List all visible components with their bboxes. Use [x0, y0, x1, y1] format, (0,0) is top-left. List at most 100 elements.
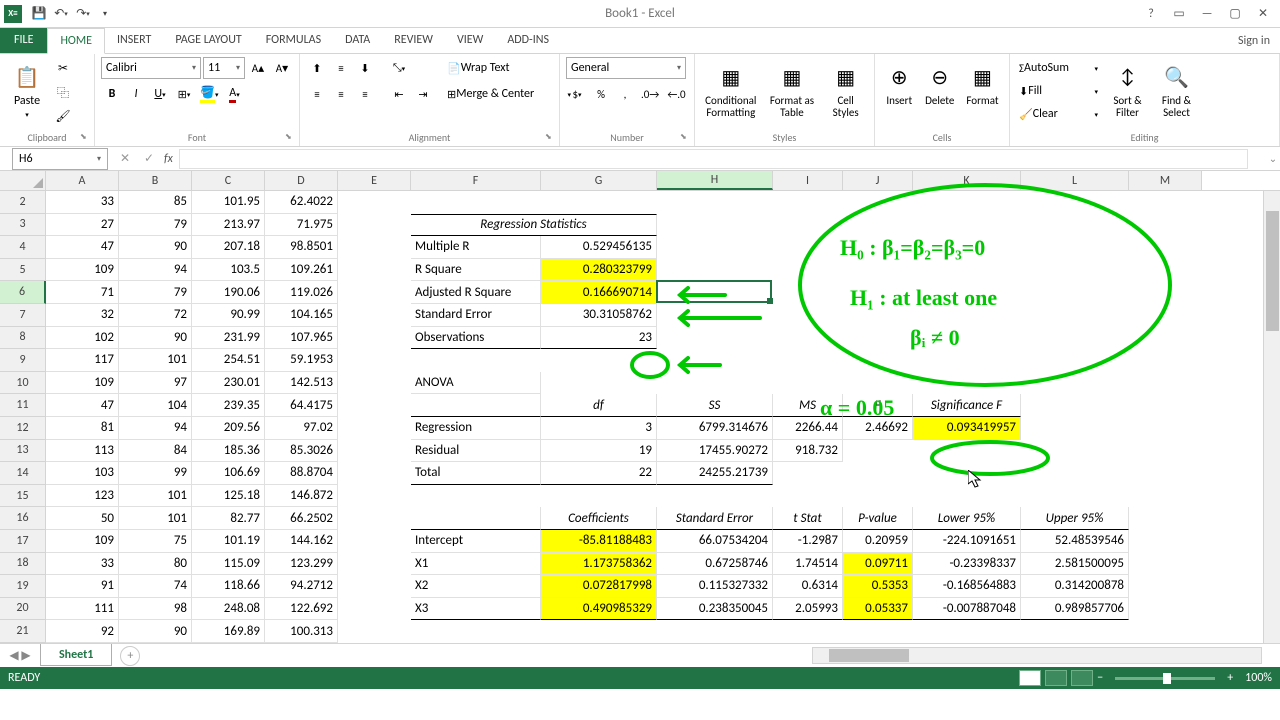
- zoom-out-button[interactable]: −: [1097, 671, 1103, 685]
- tab-view[interactable]: VIEW: [445, 27, 495, 53]
- cell-B16[interactable]: 101: [119, 507, 192, 530]
- alignment-launcher[interactable]: ⬊: [545, 132, 557, 144]
- cell-H13[interactable]: 17455.90272: [657, 440, 773, 463]
- column-header-H[interactable]: H: [657, 171, 773, 190]
- ribbon-options-button[interactable]: ▭: [1166, 4, 1192, 24]
- number-format-combo[interactable]: General▾: [566, 57, 686, 79]
- cell-B8[interactable]: 90: [119, 327, 192, 350]
- cell-A19[interactable]: 91: [46, 575, 119, 598]
- cell-styles-button[interactable]: ▦Cell Styles: [823, 57, 868, 119]
- cell-B2[interactable]: 85: [119, 191, 192, 214]
- cell-C21[interactable]: 169.89: [192, 620, 265, 643]
- tab-home[interactable]: HOME: [47, 28, 105, 54]
- sign-in-link[interactable]: Sign in: [1228, 29, 1280, 53]
- align-center-button[interactable]: ≡: [330, 83, 352, 105]
- align-bottom-button[interactable]: ⬇: [354, 57, 376, 79]
- cell-C10[interactable]: 230.01: [192, 372, 265, 395]
- cell-C5[interactable]: 103.5: [192, 259, 265, 282]
- cell-F7[interactable]: Standard Error: [411, 304, 541, 327]
- column-header-F[interactable]: F: [411, 171, 541, 190]
- fill-button[interactable]: ⬇ Fill ▾: [1016, 80, 1101, 102]
- column-header-K[interactable]: K: [913, 171, 1021, 190]
- cell-C3[interactable]: 213.97: [192, 214, 265, 237]
- cell-G11[interactable]: df: [541, 394, 657, 417]
- select-all-corner[interactable]: [0, 171, 46, 191]
- orientation-button[interactable]: ⤡▾: [388, 57, 410, 79]
- cell-B3[interactable]: 79: [119, 214, 192, 237]
- cell-D15[interactable]: 146.872: [265, 485, 338, 508]
- row-header-15[interactable]: 15: [0, 485, 46, 508]
- cell-F8[interactable]: Observations: [411, 327, 541, 350]
- cell-I13[interactable]: 918.732: [773, 440, 843, 463]
- cell-B4[interactable]: 90: [119, 236, 192, 259]
- sheet-tab-1[interactable]: Sheet1: [40, 644, 112, 666]
- column-header-I[interactable]: I: [773, 171, 843, 190]
- row-header-18[interactable]: 18: [0, 553, 46, 576]
- cell-D3[interactable]: 71.975: [265, 214, 338, 237]
- formula-bar[interactable]: [179, 149, 1248, 169]
- row-header-12[interactable]: 12: [0, 417, 46, 440]
- row-header-9[interactable]: 9: [0, 349, 46, 372]
- cell-F12[interactable]: Regression: [411, 417, 541, 440]
- column-header-D[interactable]: D: [265, 171, 338, 190]
- cell-H16[interactable]: Standard Error: [657, 507, 773, 530]
- normal-view-button[interactable]: [1019, 670, 1041, 686]
- cell-A5[interactable]: 109: [46, 259, 119, 282]
- delete-cells-button[interactable]: ⊖Delete: [921, 57, 957, 107]
- column-header-G[interactable]: G: [541, 171, 657, 190]
- cell-D21[interactable]: 100.313: [265, 620, 338, 643]
- column-header-M[interactable]: M: [1129, 171, 1202, 190]
- row-header-5[interactable]: 5: [0, 259, 46, 282]
- italic-button[interactable]: I: [125, 83, 147, 105]
- cell-L20[interactable]: 0.989857706: [1021, 598, 1129, 621]
- row-header-20[interactable]: 20: [0, 598, 46, 621]
- cell-I16[interactable]: t Stat: [773, 507, 843, 530]
- align-right-button[interactable]: ≡: [354, 83, 376, 105]
- cell-D6[interactable]: 119.026: [265, 281, 338, 304]
- bold-button[interactable]: B: [101, 83, 123, 105]
- cell-B11[interactable]: 104: [119, 394, 192, 417]
- cell-G20[interactable]: 0.490985329: [541, 598, 657, 621]
- format-cells-button[interactable]: ▦Format: [962, 57, 1003, 107]
- sheet-nav-arrows[interactable]: ◀ ▶: [0, 648, 40, 663]
- cell-B21[interactable]: 90: [119, 620, 192, 643]
- align-top-button[interactable]: ⬆: [306, 57, 328, 79]
- new-sheet-button[interactable]: +: [120, 646, 140, 666]
- cell-G7[interactable]: 30.31058762: [541, 304, 657, 327]
- column-header-E[interactable]: E: [338, 171, 411, 190]
- cell-H20[interactable]: 0.238350045: [657, 598, 773, 621]
- cell-D2[interactable]: 62.4022: [265, 191, 338, 214]
- row-header-17[interactable]: 17: [0, 530, 46, 553]
- cell-L17[interactable]: 52.48539546: [1021, 530, 1129, 553]
- zoom-level[interactable]: 100%: [1245, 671, 1272, 685]
- cell-D9[interactable]: 59.1953: [265, 349, 338, 372]
- cell-D14[interactable]: 88.8704: [265, 462, 338, 485]
- cell-D19[interactable]: 94.2712: [265, 575, 338, 598]
- cell-C18[interactable]: 115.09: [192, 553, 265, 576]
- cell-F3[interactable]: Regression Statistics: [411, 214, 657, 237]
- decrease-decimal-button[interactable]: ←.0: [664, 83, 688, 105]
- insert-cells-button[interactable]: ⊕Insert: [881, 57, 917, 107]
- cell-D20[interactable]: 122.692: [265, 598, 338, 621]
- row-header-11[interactable]: 11: [0, 394, 46, 417]
- row-header-14[interactable]: 14: [0, 462, 46, 485]
- cell-F19[interactable]: X2: [411, 575, 541, 598]
- cell-A20[interactable]: 111: [46, 598, 119, 621]
- cell-H18[interactable]: 0.67258746: [657, 553, 773, 576]
- cell-F18[interactable]: X1: [411, 553, 541, 576]
- cell-J12[interactable]: 2.46692: [843, 417, 913, 440]
- column-header-L[interactable]: L: [1021, 171, 1129, 190]
- font-color-button[interactable]: A▾: [223, 83, 245, 105]
- cell-A8[interactable]: 102: [46, 327, 119, 350]
- close-button[interactable]: ✕: [1250, 4, 1276, 24]
- cell-G8[interactable]: 23: [541, 327, 657, 350]
- cell-D13[interactable]: 85.3026: [265, 440, 338, 463]
- page-break-view-button[interactable]: [1071, 670, 1093, 686]
- cell-G4[interactable]: 0.529456135: [541, 236, 657, 259]
- cell-L16[interactable]: Upper 95%: [1021, 507, 1129, 530]
- tab-insert[interactable]: INSERT: [105, 27, 163, 53]
- row-header-13[interactable]: 13: [0, 440, 46, 463]
- tab-pagelayout[interactable]: PAGE LAYOUT: [163, 27, 253, 53]
- cell-D16[interactable]: 66.2502: [265, 507, 338, 530]
- cell-B13[interactable]: 84: [119, 440, 192, 463]
